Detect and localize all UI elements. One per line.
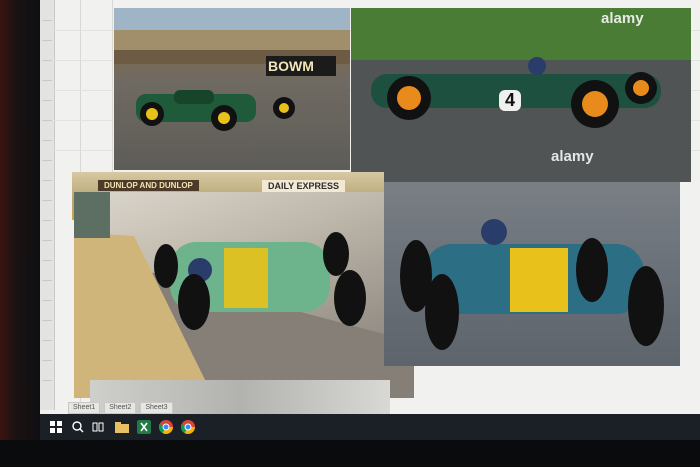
excel-glyph: [137, 420, 151, 434]
trackside-banner-text: BOWM: [268, 58, 314, 74]
chrome-icon-2[interactable]: [180, 419, 196, 435]
monitor-bezel-bottom: [0, 440, 700, 467]
windows-taskbar: [40, 414, 700, 440]
windows-icon[interactable]: [48, 419, 64, 435]
chrome-glyph: [181, 420, 195, 434]
excel-icon[interactable]: [136, 419, 152, 435]
chrome-icon[interactable]: [158, 419, 174, 435]
task-view-glyph: [92, 422, 104, 432]
watermark-text: alamy: [551, 148, 594, 165]
watermark-text: alamy: [601, 10, 644, 27]
windows-logo: [50, 421, 62, 433]
sheet-tab[interactable]: Sheet3: [140, 402, 173, 414]
sheet-tab[interactable]: Sheet1: [68, 402, 101, 414]
racing-photo-middle-left[interactable]: [74, 192, 414, 398]
banner-left-text: DUNLOP AND DUNLOP: [98, 180, 199, 191]
task-view-icon[interactable]: [90, 419, 106, 435]
racing-car-image: [400, 219, 664, 350]
banner-right-text: DAILY EXPRESS: [262, 180, 346, 192]
sheet-tabs: Sheet1 Sheet2 Sheet3: [68, 402, 173, 414]
racing-photo-top-right[interactable]: alamy alamy 4: [351, 8, 691, 182]
sheet-tab[interactable]: Sheet2: [104, 402, 137, 414]
search-icon[interactable]: [70, 419, 86, 435]
racing-car-image: [74, 192, 414, 398]
racing-photo-top-left[interactable]: BOWM: [114, 8, 350, 170]
racing-photo-middle-right[interactable]: [384, 182, 680, 366]
chrome-glyph: [159, 420, 173, 434]
search-glyph: [72, 421, 84, 433]
car-number: 4: [499, 90, 522, 111]
spreadsheet-window: BOWM alamy alamy 4 DUNLOP AND DUNLOP DAI…: [40, 0, 700, 440]
file-explorer-icon[interactable]: [114, 419, 130, 435]
row-header-gutter: [40, 0, 55, 410]
monitor-bezel-left: [0, 0, 40, 467]
folder-glyph: [115, 422, 129, 433]
racing-car-image: [114, 8, 350, 131]
